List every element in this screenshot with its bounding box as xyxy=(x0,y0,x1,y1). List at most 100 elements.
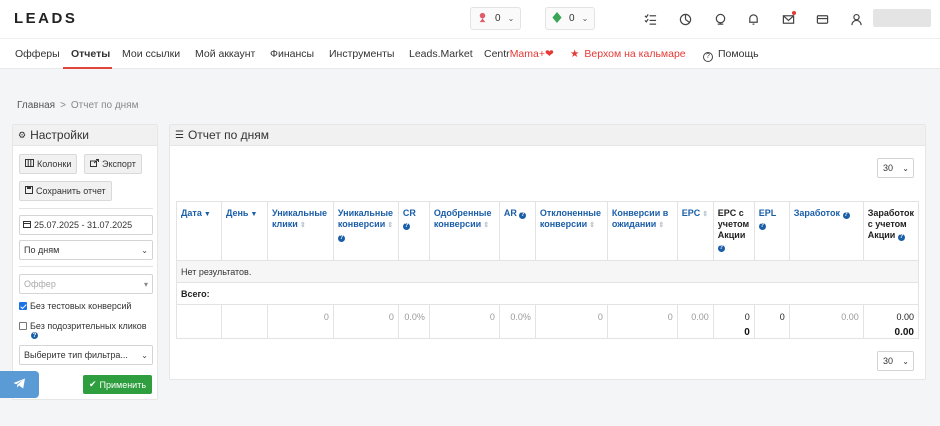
total-epc: 0.00 xyxy=(676,304,714,339)
gem-icon xyxy=(552,11,562,26)
telegram-button[interactable] xyxy=(0,371,39,398)
offer-select[interactable]: Оффер ▾ xyxy=(19,274,153,294)
centrmama-suffix: Mama+ xyxy=(509,48,545,60)
total-earnings-promo-value: 0.00 xyxy=(896,312,914,322)
sort-icon: ⇕ xyxy=(299,222,306,229)
messages-icon[interactable] xyxy=(780,11,796,27)
active-tab-indicator xyxy=(63,67,112,69)
breadcrumb: Главная > Отчет по дням xyxy=(17,100,138,111)
no-suspicious-clicks-checkbox[interactable]: Без подозрительных кликов xyxy=(19,321,147,331)
settings-panel: ⚙ Настройки Колонки Экспорт Сохранить от… xyxy=(12,124,158,400)
col-earnings-promo-label: Заработок с учетом Акции xyxy=(867,208,914,240)
question-icon[interactable]: ? xyxy=(897,234,905,241)
checkbox-checked[interactable] xyxy=(19,302,27,310)
sort-desc-icon: ▼ xyxy=(250,211,258,218)
col-earnings-label: Заработок xyxy=(793,208,840,218)
question-icon[interactable]: ? xyxy=(758,223,766,230)
page-size-select-bottom[interactable]: 30 ⌄ xyxy=(877,351,914,371)
columns-button[interactable]: Колонки xyxy=(19,154,78,174)
rank-counter[interactable]: 0 ⌄ xyxy=(470,7,522,30)
total-epc-promo-value: 0 xyxy=(744,312,750,322)
filter-type-select[interactable]: Выберите тип фильтра... ⌄ xyxy=(19,345,153,365)
col-rejected[interactable]: Отклоненные конверсии ⇕ xyxy=(534,201,608,261)
breadcrumb-home[interactable]: Главная xyxy=(17,100,55,111)
settings-title: Настройки xyxy=(30,128,89,142)
question-icon[interactable]: ? xyxy=(31,332,38,339)
bell-icon[interactable] xyxy=(745,11,761,27)
user-icon[interactable] xyxy=(848,11,864,27)
col-earnings[interactable]: Заработок ? xyxy=(788,201,864,261)
col-unique-conversions-label: Уникальные конверсии xyxy=(337,208,394,229)
support-icon[interactable] xyxy=(712,11,728,27)
col-unique-clicks[interactable]: Уникальные клики ⇕ xyxy=(266,201,334,261)
sort-icon: ⇕ xyxy=(702,211,709,218)
nav-centrmama[interactable]: CentrMama+❤ xyxy=(484,48,554,60)
total-approved: 0 xyxy=(428,304,500,339)
nav-promo[interactable]: ★ Верхом на кальмаре xyxy=(570,48,686,60)
group-by-select[interactable]: По дням ⌄ xyxy=(19,240,153,260)
gem-counter[interactable]: 0 ⌄ xyxy=(545,7,596,30)
nav-my-account[interactable]: Мой аккаунт xyxy=(195,48,255,60)
table-header-row: Дата ▼ День ▼ Уникальные клики ⇕ Уникальные… xyxy=(176,201,920,261)
col-day[interactable]: День ▼ xyxy=(220,201,268,261)
question-icon[interactable]: ? xyxy=(842,212,850,219)
tasks-icon[interactable] xyxy=(642,11,658,27)
nav-my-links[interactable]: Мои ссылки xyxy=(122,48,180,60)
logo[interactable]: LEADS xyxy=(14,10,77,27)
question-icon[interactable]: ? xyxy=(337,235,345,242)
total-rejected: 0 xyxy=(534,304,608,339)
user-name-redacted[interactable] xyxy=(873,9,931,27)
col-date[interactable]: Дата ▼ xyxy=(176,201,222,261)
page-size-select-top[interactable]: 30 ⌄ xyxy=(877,158,914,178)
question-icon[interactable]: ? xyxy=(717,245,725,252)
col-cr[interactable]: CR ? xyxy=(397,201,430,261)
nav-offers[interactable]: Офферы xyxy=(15,48,60,60)
divider xyxy=(19,208,153,209)
export-label: Экспорт xyxy=(102,159,136,169)
report-header: ☰ Отчет по дням xyxy=(170,125,925,146)
columns-label: Колонки xyxy=(37,159,72,169)
chevron-down-icon: ⌄ xyxy=(507,14,515,23)
export-button[interactable]: Экспорт xyxy=(84,154,142,174)
total-label: Всего: xyxy=(176,282,919,305)
col-epl-label: EPL xyxy=(758,208,777,218)
col-day-label: День xyxy=(225,208,249,218)
nav-tools[interactable]: Инструменты xyxy=(329,48,394,60)
help-circle-icon: ? xyxy=(703,51,713,62)
rank-counter-value: 0 xyxy=(495,13,501,24)
col-ar[interactable]: AR ? xyxy=(498,201,536,261)
col-approved[interactable]: Одобренные конверсии ⇕ xyxy=(428,201,500,261)
page-size-value: 30 xyxy=(883,356,894,366)
col-unique-conversions[interactable]: Уникальные конверсии ⇕ ? xyxy=(332,201,399,261)
no-test-conversions-checkbox[interactable]: Без тестовых конверсий xyxy=(19,301,131,311)
col-ar-label: AR xyxy=(503,208,517,218)
stats-icon[interactable] xyxy=(677,11,693,27)
question-icon[interactable]: ? xyxy=(402,223,410,230)
totals-row: 0 0 0.0% 0 0.0% 0 0 0.00 00 0 0.00 0.00 0… xyxy=(176,304,920,339)
col-epc[interactable]: EPC ⇕ xyxy=(676,201,714,261)
save-report-button[interactable]: Сохранить отчет xyxy=(19,181,112,201)
sort-icon: ⇕ xyxy=(658,222,665,229)
wallet-icon[interactable] xyxy=(814,11,830,27)
col-epc-label: EPC xyxy=(681,208,701,218)
nav-reports[interactable]: Отчеты xyxy=(71,48,110,60)
total-epc-promo-bold: 0 xyxy=(744,327,750,338)
divider xyxy=(19,266,153,267)
checkbox-unchecked[interactable] xyxy=(19,322,27,330)
telegram-icon xyxy=(13,377,26,392)
question-icon[interactable]: ? xyxy=(519,212,527,219)
nav-finance[interactable]: Финансы xyxy=(270,48,314,60)
export-icon xyxy=(90,159,99,169)
apply-button[interactable]: ✔ Применить xyxy=(83,375,152,394)
total-cr: 0.0% xyxy=(397,304,430,339)
date-range-input[interactable]: 25.07.2025 - 31.07.2025 xyxy=(19,215,153,235)
chevron-down-icon: ⌄ xyxy=(141,350,148,360)
report-table: Дата ▼ День ▼ Уникальные клики ⇕ Уникальные… xyxy=(176,201,920,339)
heart-icon: ❤ xyxy=(545,48,554,60)
sort-icon: ⇕ xyxy=(387,222,394,229)
nav-help[interactable]: ? Помощь xyxy=(703,48,759,62)
nav-leads-market[interactable]: Leads.Market xyxy=(409,48,473,60)
col-pending[interactable]: Конверсии в ожидании ⇕ xyxy=(606,201,678,261)
col-earnings-promo: Заработок с учетом Акции ? xyxy=(862,201,920,261)
col-epl[interactable]: EPL ? xyxy=(753,201,790,261)
